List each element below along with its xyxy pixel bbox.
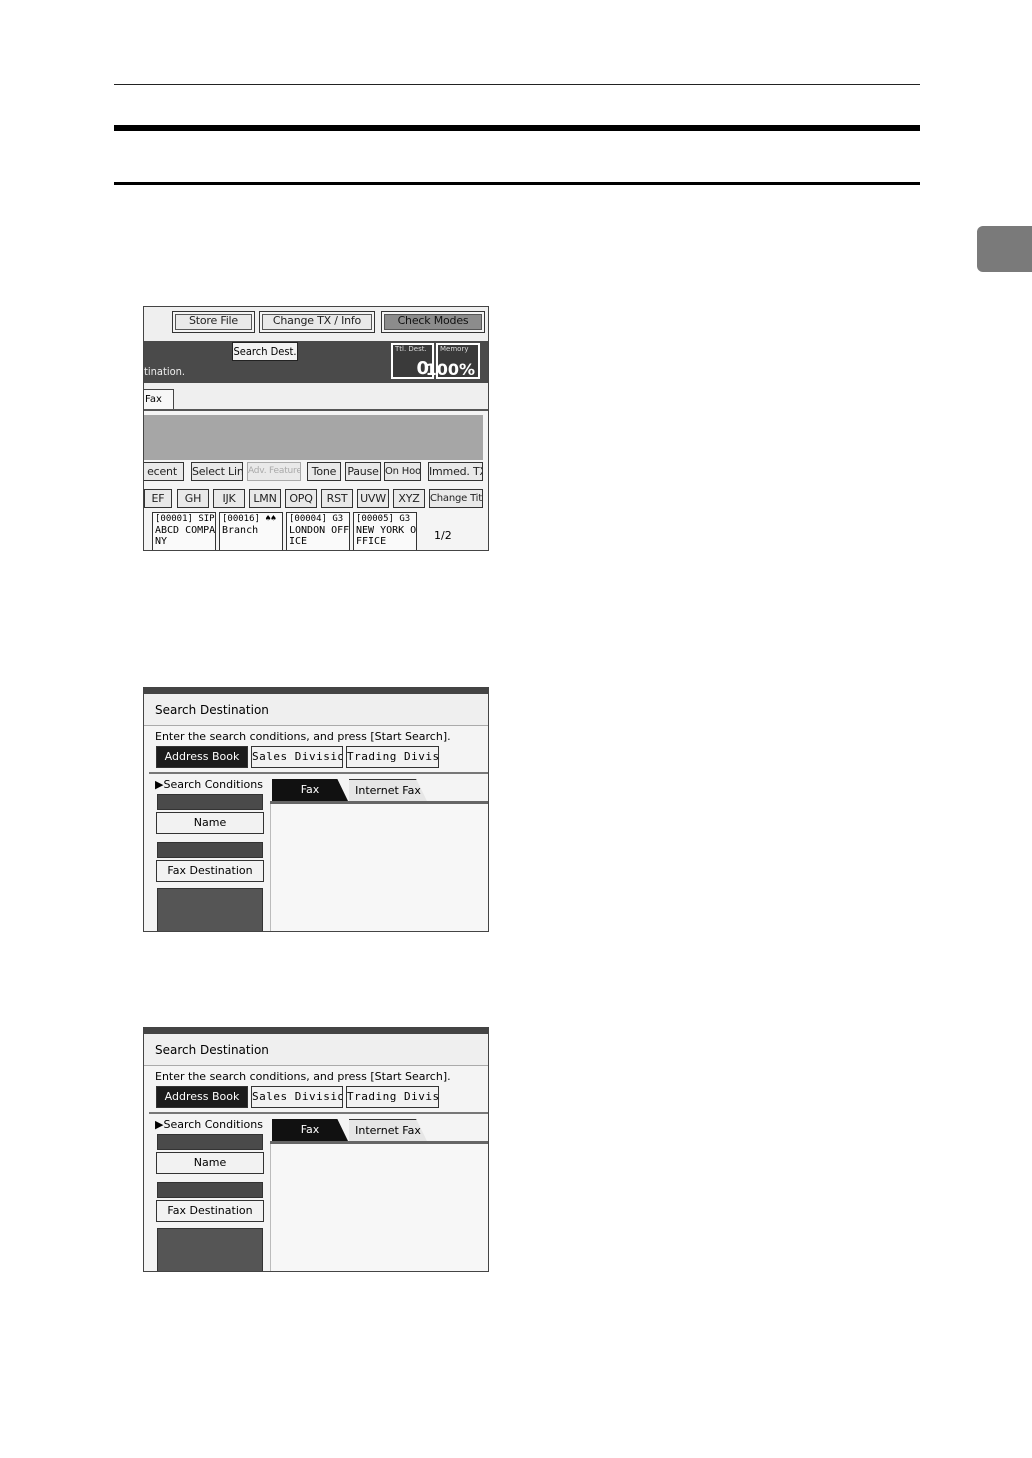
select-line-button[interactable]: Select Line xyxy=(191,462,243,481)
index-key-uvw[interactable]: UVW xyxy=(357,489,389,508)
entry-name-line1: LONDON OFF xyxy=(289,525,350,536)
sales-division-tab[interactable]: Sales Division xyxy=(251,1086,343,1108)
name-field-display xyxy=(157,794,263,810)
destination-entry[interactable]: [00004] G3 LONDON OFF ICE xyxy=(286,512,350,550)
tab-row xyxy=(144,383,488,411)
change-title-button[interactable]: Change Title xyxy=(429,489,483,508)
check-modes-button[interactable]: Check Modes xyxy=(381,311,485,333)
tab-fax[interactable]: Fax xyxy=(272,1119,348,1141)
pause-button[interactable]: Pause xyxy=(345,462,381,481)
entry-name-line2: NY xyxy=(155,536,168,547)
recent-button[interactable]: ecent xyxy=(144,462,184,481)
fax-destination-field-display xyxy=(157,842,263,858)
on-hook-button[interactable]: On Hook xyxy=(384,462,421,481)
memory-value: 100% xyxy=(425,360,475,379)
search-destination-screenshot-1: Search Destination Enter the search cond… xyxy=(143,687,489,932)
fax-destination-button[interactable]: Fax Destination xyxy=(156,1200,264,1222)
sales-division-tab[interactable]: Sales Division xyxy=(251,746,343,768)
index-key-ef[interactable]: EF xyxy=(144,489,172,508)
search-destination-screenshot-2: Search Destination Enter the search cond… xyxy=(143,1027,489,1272)
name-button[interactable]: Name xyxy=(156,812,264,834)
section-rule-thick xyxy=(114,125,920,131)
fax-main-screenshot: Store File Change TX / Info Check Modes … xyxy=(143,306,489,551)
index-key-opq[interactable]: OPQ xyxy=(285,489,317,508)
header-rule xyxy=(114,84,920,85)
instruction-text: tination. xyxy=(144,365,186,378)
tab-internet-fax[interactable]: Internet Fax xyxy=(349,1119,427,1141)
divider xyxy=(149,1112,488,1114)
trading-division-tab[interactable]: Trading Divisi.. xyxy=(346,1086,439,1108)
change-tx-info-button[interactable]: Change TX / Info xyxy=(259,311,375,333)
entry-name-line1: ABCD COMPA xyxy=(155,525,216,536)
memory-label: Memory xyxy=(440,345,469,353)
destination-entry[interactable]: [00001] SIP ABCD COMPA NY xyxy=(152,512,216,550)
entry-name-line2: FFICE xyxy=(356,536,387,547)
instruction-text: Enter the search conditions, and press [… xyxy=(155,1070,451,1083)
entry-header: [00004] G3 xyxy=(289,514,344,524)
results-pane xyxy=(270,1144,488,1271)
destination-display-area xyxy=(144,415,483,460)
memory-counter: Memory 100% xyxy=(426,343,480,379)
address-book-tab[interactable]: Address Book xyxy=(156,1086,248,1108)
store-file-button[interactable]: Store File xyxy=(172,311,255,333)
index-key-ijk[interactable]: IJK xyxy=(213,489,245,508)
search-conditions-label: ▶Search Conditions xyxy=(155,778,263,791)
instruction-text: Enter the search conditions, and press [… xyxy=(155,730,451,743)
destination-entry[interactable]: [00016] ♠♠ Branch xyxy=(219,512,283,550)
chapter-side-tab xyxy=(977,226,1032,272)
fax-destination-field-display xyxy=(157,1182,263,1198)
tab-internet-fax[interactable]: Internet Fax xyxy=(349,779,427,801)
immed-tx-button[interactable]: Immed. TX xyxy=(428,462,483,481)
ttl-dest-label: Ttl. Dest. xyxy=(395,345,427,353)
tab-fax[interactable]: Fax xyxy=(272,779,348,801)
screen-title: Search Destination xyxy=(155,1043,269,1057)
search-conditions-label: ▶Search Conditions xyxy=(155,1118,263,1131)
entry-header: [00005] G3 xyxy=(356,514,411,524)
tone-button[interactable]: Tone xyxy=(307,462,341,481)
screen-title: Search Destination xyxy=(155,703,269,717)
address-book-tab[interactable]: Address Book xyxy=(156,746,248,768)
fax-destination-button[interactable]: Fax Destination xyxy=(156,860,264,882)
additional-condition-block xyxy=(157,1228,263,1271)
adv-features-button[interactable]: Adv. Features xyxy=(247,462,301,481)
name-field-display xyxy=(157,1134,263,1150)
entry-header: [00016] ♠♠ xyxy=(222,514,277,524)
index-key-lmn[interactable]: LMN xyxy=(249,489,281,508)
destination-entry[interactable]: [00005] G3 NEW YORK O FFICE xyxy=(353,512,417,550)
index-key-rst[interactable]: RST xyxy=(321,489,353,508)
entry-header: [00001] SIP xyxy=(155,514,215,524)
results-pane xyxy=(270,804,488,931)
entry-name-line1: Branch xyxy=(222,525,259,536)
divider xyxy=(149,772,488,774)
trading-division-tab[interactable]: Trading Divisi.. xyxy=(346,746,439,768)
index-key-xyz[interactable]: XYZ xyxy=(393,489,425,508)
index-key-gh[interactable]: GH xyxy=(177,489,209,508)
name-button[interactable]: Name xyxy=(156,1152,264,1174)
section-rule xyxy=(114,182,920,185)
page-indicator: 1/2 xyxy=(434,529,452,542)
tab-fax[interactable]: Fax xyxy=(144,389,174,409)
search-dest-button[interactable]: Search Dest. xyxy=(232,342,298,361)
additional-condition-block xyxy=(157,888,263,931)
entry-name-line1: NEW YORK O xyxy=(356,525,417,536)
entry-name-line2: ICE xyxy=(289,536,308,547)
